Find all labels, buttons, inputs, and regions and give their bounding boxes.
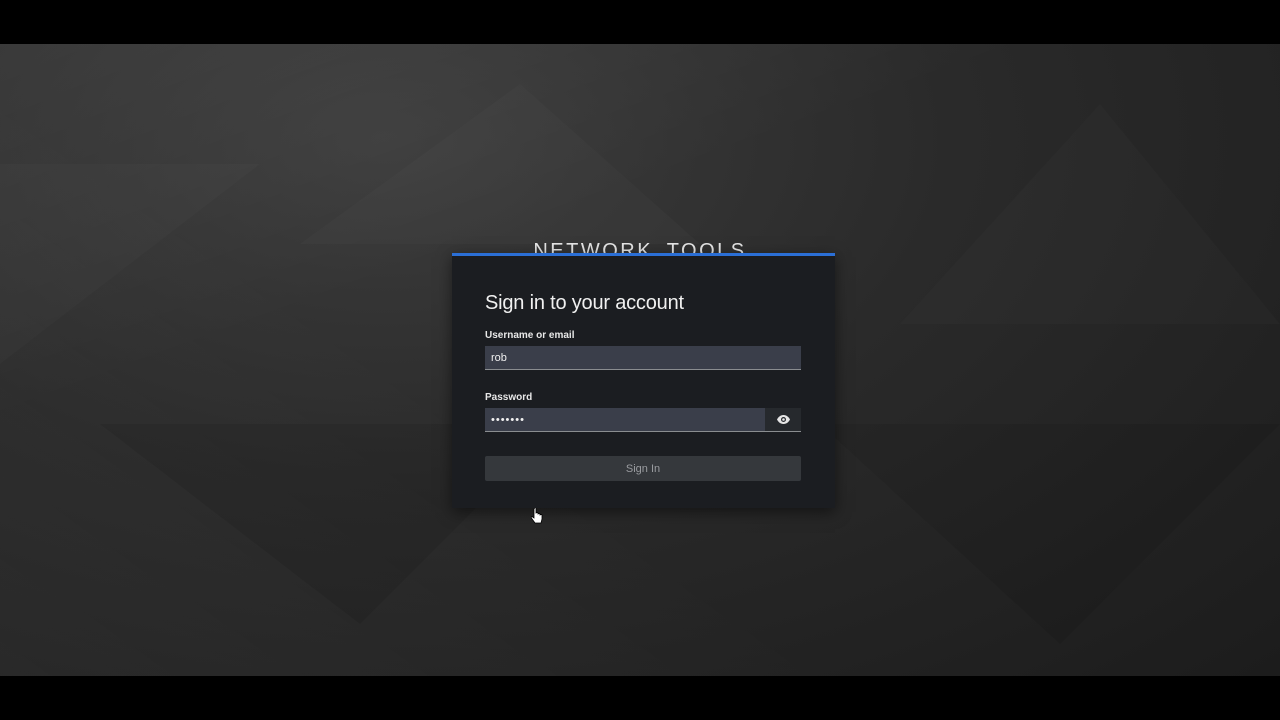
background-polygon (820, 424, 1280, 644)
background-polygon (900, 104, 1280, 324)
login-card: Sign in to your account Username or emai… (452, 253, 835, 508)
letterbox-top (0, 0, 1280, 44)
background-polygon (300, 84, 700, 244)
password-label: Password (485, 392, 533, 403)
username-label: Username or email (485, 330, 575, 341)
sign-in-button[interactable]: Sign In (485, 456, 801, 481)
background-polygon (0, 164, 260, 364)
letterbox-bottom (0, 676, 1280, 720)
show-password-button[interactable] (765, 408, 801, 432)
eye-icon (776, 411, 790, 429)
username-input[interactable] (485, 346, 801, 370)
mouse-pointer-icon (530, 506, 543, 524)
login-heading: Sign in to your account (485, 292, 684, 314)
password-input[interactable] (485, 408, 765, 432)
